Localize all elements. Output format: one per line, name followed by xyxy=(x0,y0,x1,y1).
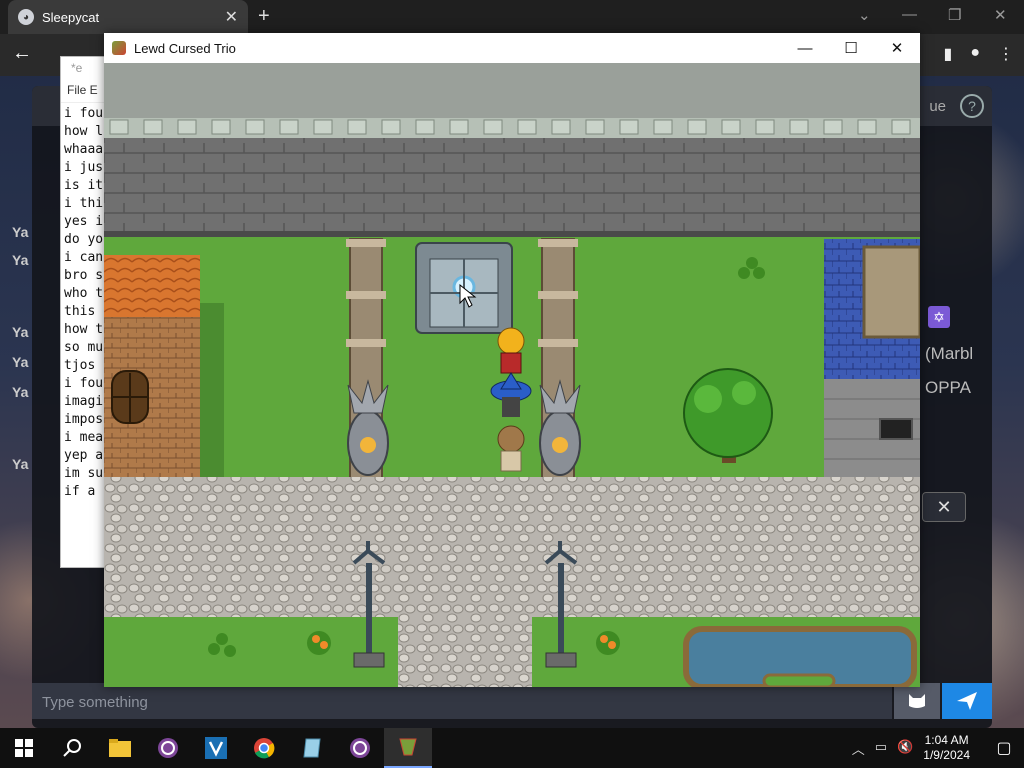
game-taskbar-icon[interactable] xyxy=(384,728,432,768)
tor-browser-icon[interactable] xyxy=(144,728,192,768)
profile-icon[interactable]: ● xyxy=(970,44,980,64)
notepad-line: i thi xyxy=(64,196,104,211)
windows-start-icon[interactable] xyxy=(0,728,48,768)
notepad-line: yep a xyxy=(64,448,104,463)
notepad-line: how l xyxy=(64,124,104,139)
notepad-line: i can xyxy=(64,250,104,265)
notepad-line: impos xyxy=(64,412,104,427)
cat-icon xyxy=(909,694,925,708)
search-icon[interactable] xyxy=(48,728,96,768)
notepad-line: is it xyxy=(64,178,104,193)
game-canvas[interactable] xyxy=(104,63,920,687)
notepad-line: so mu xyxy=(64,340,104,355)
game-window-title: Lewd Cursed Trio xyxy=(134,40,236,56)
notification-icon[interactable]: ▢ xyxy=(984,728,1024,768)
chrome-icon[interactable] xyxy=(240,728,288,768)
player-character-blonde[interactable] xyxy=(497,327,525,374)
chat-name-text: (Marbl xyxy=(925,344,974,363)
notepad-window[interactable]: *e File E i fou how l whaaa i jus is it i thi… xyxy=(60,56,110,568)
new-tab-button[interactable]: + xyxy=(258,5,270,28)
notepad-line: if a xyxy=(64,484,104,499)
notepad-menu[interactable]: File E xyxy=(61,81,109,103)
windows-taskbar: ︿ ▭ 🔇 1:04 AM 1/9/2024 ▢ xyxy=(0,728,1024,768)
castle-wall xyxy=(104,63,920,237)
restore-icon[interactable]: ❐ xyxy=(948,6,961,24)
cat-button[interactable] xyxy=(894,683,940,719)
chevron-up-icon[interactable]: ︿ xyxy=(852,739,865,758)
notepad-line: im su xyxy=(64,466,104,481)
blue-roof-house xyxy=(824,239,920,477)
party-member-brown-hair[interactable] xyxy=(497,425,525,472)
notepad-line: whaaa xyxy=(64,142,104,157)
barred-window xyxy=(879,418,913,440)
chat-username: Ya xyxy=(12,252,29,268)
chat-name-text: OPPA xyxy=(925,378,971,397)
game-maximize-button[interactable]: ☐ xyxy=(828,33,874,63)
sidebar-icon[interactable]: ▮ xyxy=(944,44,953,64)
system-clock[interactable]: 1:04 AM 1/9/2024 xyxy=(923,733,970,763)
dragon-statue-left xyxy=(347,379,389,476)
notepad-text-area[interactable]: i fou how l whaaa i jus is it i thi yes i do yo… xyxy=(61,103,109,503)
notepad-line: i mea xyxy=(64,430,104,445)
clock-time: 1:04 AM xyxy=(924,733,969,747)
tab-title: Sleepycat xyxy=(42,9,100,25)
minimize-icon[interactable]: — xyxy=(902,6,917,23)
clock-date: 1/9/2024 xyxy=(923,748,970,762)
close-icon[interactable]: ✕ xyxy=(994,6,1007,24)
chevron-down-icon[interactable]: ⌄ xyxy=(858,6,871,24)
tab-close-icon[interactable]: ✕ xyxy=(225,7,238,27)
dragon-statue-right xyxy=(539,379,581,476)
chat-username: Ya xyxy=(12,224,29,240)
chat-username: Ya xyxy=(12,384,29,400)
browser-tab-bar: ◕ Sleepycat ✕ + ⌄ — ❐ ✕ xyxy=(0,0,1024,34)
cobblestone-road xyxy=(104,477,920,617)
notepad-line: this xyxy=(64,304,104,319)
chat-username: Ya xyxy=(12,354,29,370)
send-button[interactable] xyxy=(942,683,992,719)
chat-close-button[interactable]: ✕ xyxy=(922,492,966,522)
tor-browser-icon[interactable] xyxy=(336,728,384,768)
system-tray: ︿ ▭ 🔇 1:04 AM 1/9/2024 ▢ xyxy=(852,728,1024,768)
send-icon xyxy=(957,692,977,710)
cat-favicon-icon: ◕ xyxy=(18,9,34,25)
help-icon[interactable]: ? xyxy=(960,94,984,118)
pond xyxy=(683,626,917,687)
chat-message-input[interactable] xyxy=(42,690,862,714)
notepad-line: yes i xyxy=(64,214,104,229)
notepad-line: imagi xyxy=(64,394,104,409)
star-badge-icon: ✡ xyxy=(928,306,950,328)
v-app-icon[interactable] xyxy=(192,728,240,768)
notepad-line: i jus xyxy=(64,160,104,175)
notepad-line: who t xyxy=(64,286,104,301)
volume-muted-icon[interactable]: 🔇 xyxy=(897,739,913,758)
notepad-icon[interactable] xyxy=(288,728,336,768)
cobblestone-path xyxy=(398,617,532,687)
chat-username: Ya xyxy=(12,324,29,340)
file-explorer-icon[interactable] xyxy=(96,728,144,768)
more-menu-icon[interactable]: ⋮ xyxy=(998,44,1014,64)
notepad-title: *e xyxy=(61,57,109,81)
game-minimize-button[interactable]: — xyxy=(782,33,828,63)
notepad-line: do yo xyxy=(64,232,104,247)
notepad-line: bro s xyxy=(64,268,104,283)
notepad-line: how t xyxy=(64,322,104,337)
game-scene[interactable] xyxy=(104,63,920,687)
chat-header-text: ue xyxy=(929,97,946,115)
game-window[interactable]: Lewd Cursed Trio — ☐ ✕ xyxy=(104,33,920,687)
game-app-icon xyxy=(112,41,126,55)
notepad-line: i fou xyxy=(64,376,104,391)
game-close-button[interactable]: ✕ xyxy=(874,33,920,63)
notepad-line: tjos xyxy=(64,358,104,373)
chat-username: Ya xyxy=(12,456,29,472)
browser-tab-sleepycat[interactable]: ◕ Sleepycat ✕ xyxy=(8,0,248,34)
notepad-line: i fou xyxy=(64,106,104,121)
network-icon[interactable]: ▭ xyxy=(875,739,887,758)
back-arrow-icon[interactable]: ← xyxy=(12,42,32,65)
